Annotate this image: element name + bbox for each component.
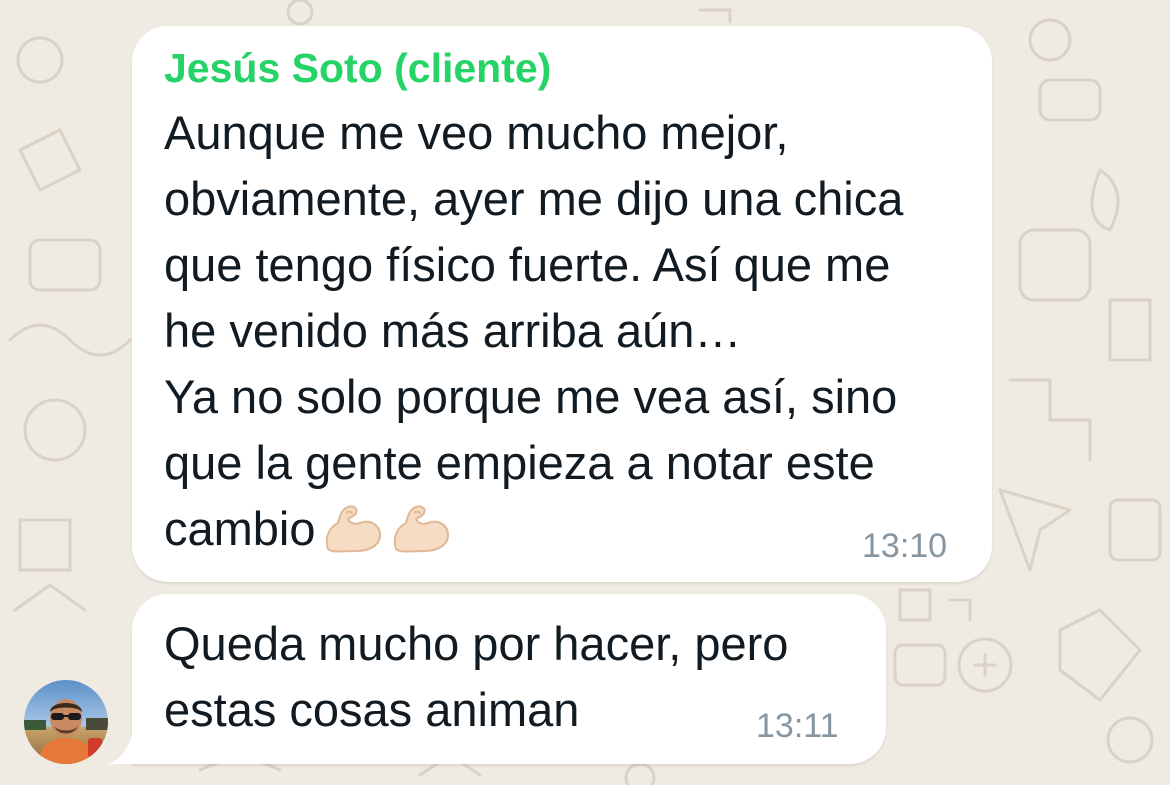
wallpaper-doodle	[624, 762, 656, 785]
message-timestamp: 13:10	[862, 527, 948, 565]
wallpaper-doodle	[286, 0, 314, 26]
message-line: que la gente empieza a notar este	[164, 436, 875, 489]
wallpaper-doodle	[893, 643, 947, 687]
wallpaper-doodle	[957, 637, 1013, 693]
wallpaper-doodle	[1106, 716, 1154, 764]
avatar-photo	[24, 680, 108, 764]
message-line: obviamente, ayer me dijo una chica	[164, 172, 904, 225]
wallpaper-doodle	[998, 488, 1072, 572]
wallpaper-doodle	[18, 128, 82, 192]
wallpaper-doodle	[13, 583, 87, 612]
wallpaper-doodle	[973, 653, 997, 677]
flexed-biceps-emoji	[393, 505, 449, 553]
wallpaper-doodle	[1038, 78, 1102, 122]
wallpaper-doodle	[1108, 498, 1162, 562]
wallpaper-doodle	[1008, 378, 1092, 462]
wallpaper-doodle	[1018, 228, 1092, 302]
flexed-biceps-emoji	[325, 505, 381, 553]
message-line: Ya no solo porque me vea así, sino	[164, 370, 898, 423]
message-line: he venido más arriba aún…	[164, 304, 742, 357]
wallpaper-doodle	[1028, 18, 1072, 62]
wallpaper-doodle	[898, 588, 972, 622]
message-line: cambio	[164, 502, 316, 555]
wallpaper-doodle	[1108, 298, 1152, 362]
wallpaper-doodle	[8, 323, 132, 357]
message-line: Queda mucho por hacer, pero	[164, 617, 789, 670]
wallpaper-doodle	[18, 518, 72, 572]
message-text: Aunque me veo mucho mejor, obviamente, a…	[164, 100, 903, 562]
wallpaper-doodle	[16, 36, 64, 84]
message-line: estas cosas animan	[164, 683, 580, 736]
message-line-last: cambio	[164, 496, 903, 562]
message-line: que tengo físico fuerte. Así que me	[164, 238, 891, 291]
bubble-tail	[108, 734, 132, 764]
wallpaper-doodle	[28, 238, 102, 292]
sender-name[interactable]: Jesús Soto (cliente)	[164, 44, 551, 92]
message-timestamp: 13:11	[756, 707, 839, 745]
message-text: Queda mucho por hacer, pero estas cosas …	[164, 611, 788, 743]
wallpaper-doodle	[1090, 168, 1120, 232]
wallpaper-doodle	[23, 398, 87, 462]
message-line: Aunque me veo mucho mejor,	[164, 106, 789, 159]
wallpaper-doodle	[1058, 608, 1142, 702]
avatar[interactable]	[24, 680, 108, 764]
wallpaper-doodle	[698, 8, 732, 24]
